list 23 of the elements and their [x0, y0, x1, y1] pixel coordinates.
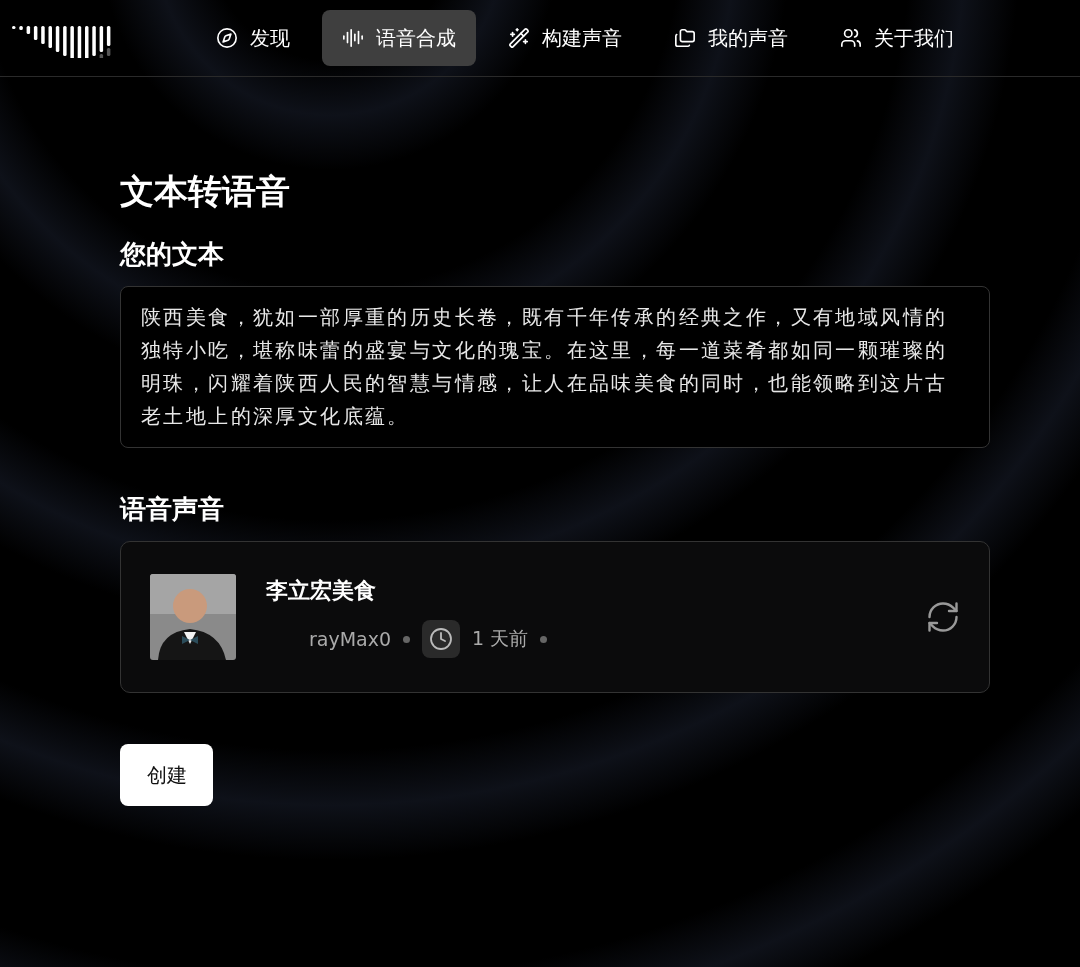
folders-icon	[674, 27, 696, 49]
users-icon	[840, 27, 862, 49]
nav-tab[interactable]: 语音合成	[322, 10, 476, 66]
magic-wand-icon	[508, 27, 530, 49]
voice-name: 李立宏美食	[266, 577, 377, 605]
section-label: 您的文本	[120, 238, 225, 271]
refresh-icon[interactable]	[925, 599, 961, 635]
separator-dot	[403, 635, 411, 643]
voice-card[interactable]: 李立宏美食 rayMax0 1 天前	[120, 541, 990, 693]
nav-tab[interactable]: 构建声音	[488, 10, 642, 66]
page-title: 文本转语音	[120, 170, 291, 213]
compass-icon	[216, 27, 238, 49]
text-field[interactable]: 陕西美食，犹如一部厚重的历史长卷，既有千年传承的经典之作，又有地域风情的独特小吃，堪称味蕾的盛宴与文化的瑰宝。在这里，每一道菜肴都如同一颗璀璨的明珠，闪耀着陕西人民的智慧与情感，让人在品味美食的同时，也能领略到这片古老土地上的深厚文化底蕴。	[120, 286, 990, 448]
clock-icon	[422, 620, 461, 658]
time-label: 1 天前	[472, 626, 529, 651]
sound-wave-icon	[342, 27, 364, 49]
author-name: rayMax0	[309, 628, 392, 650]
nav-tab[interactable]: 发现	[196, 10, 310, 66]
create-button[interactable]: 创建	[120, 744, 213, 806]
nav-tab[interactable]: 我的声音	[654, 10, 808, 66]
nav-tab[interactable]: 关于我们	[820, 10, 974, 66]
separator-dot	[540, 635, 548, 643]
section-label: 语音声音	[120, 493, 225, 526]
